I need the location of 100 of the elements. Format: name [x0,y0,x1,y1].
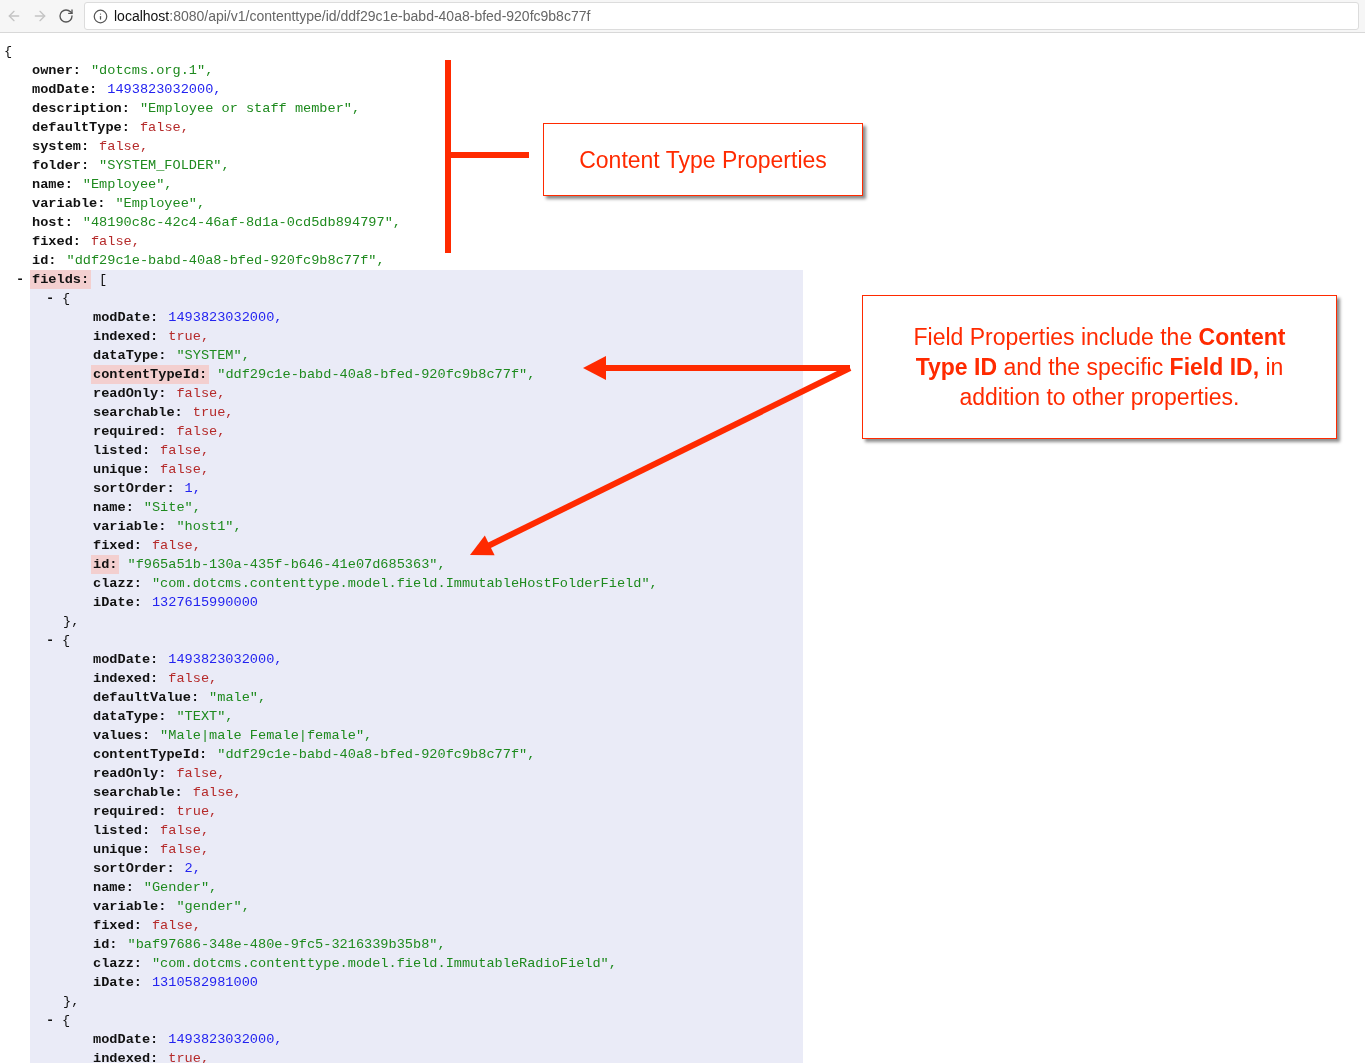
json-key: owner: [30,61,83,80]
collapse-toggle[interactable]: - [46,631,62,650]
json-value: false, [176,385,226,403]
json-key: fixed: [91,916,144,935]
json-key: id: [91,555,120,574]
json-value: "ddf29c1e-babd-40a8-bfed-920fc9b8c77f", [217,746,536,764]
json-key: listed: [91,441,153,460]
json-value: "SYSTEM_FOLDER", [99,157,230,175]
json-value: true, [192,404,234,422]
json-key: variable: [91,517,169,536]
json-value: "baf97686-348e-480e-9fc5-3216339b35b8", [127,936,446,954]
json-value: "Gender", [143,879,218,897]
json-value: "host1", [176,518,242,536]
json-key: searchable: [91,783,185,802]
json-value: false, [192,784,242,802]
json-key: sortOrder: [91,479,177,498]
json-key: readOnly: [91,384,169,403]
url-text: localhost:8080/api/v1/contenttype/id/ddf29c1e-babd-40a8-bfed-920fc9b8c77f [114,8,591,24]
reload-icon[interactable] [58,8,74,24]
json-value: false, [151,917,201,935]
json-value: "dotcms.org.1", [90,62,214,80]
json-value: "f965a51b-130a-435f-b646-41e07d685363", [127,556,446,574]
json-value: true, [168,328,210,346]
json-value: true, [176,803,218,821]
callout-text: Field Properties include the Content Type ID and the specific Field ID, in addition to other properties. [862,295,1337,439]
json-value: false, [160,841,210,859]
json-value: 1493823032000, [168,651,283,669]
brace: { [62,632,71,650]
json-key: indexed: [91,669,161,688]
json-value: "Site", [143,499,201,517]
json-value: 1493823032000, [107,81,222,99]
collapse-toggle[interactable]: - [46,1011,62,1030]
json-key: name: [91,878,136,897]
json-key: iDate: [91,593,144,612]
json-key: required: [91,422,169,441]
address-bar[interactable]: localhost:8080/api/v1/contenttype/id/ddf29c1e-babd-40a8-bfed-920fc9b8c77f [84,2,1359,30]
json-key: defaultValue: [91,688,202,707]
json-key: description: [30,99,132,118]
json-value: 1327615990000 [151,594,258,612]
json-key: modDate: [30,80,100,99]
json-value: "Employee or staff member", [139,100,361,118]
json-key: clazz: [91,954,144,973]
json-value: false, [139,119,189,137]
json-key: listed: [91,821,153,840]
json-value: "Employee", [115,195,206,213]
json-key: readOnly: [91,764,169,783]
json-value: 1493823032000, [168,1031,283,1049]
json-value: "ddf29c1e-babd-40a8-bfed-920fc9b8c77f", [66,252,385,270]
collapse-toggle[interactable]: - [46,289,62,308]
brace: { [4,43,13,61]
json-key: unique: [91,840,153,859]
json-value: "com.dotcms.contenttype.model.field.ImmutableHostFolderField", [151,575,658,593]
json-key: id: [30,251,59,270]
brace: { [62,1012,71,1030]
json-value: 1, [184,480,201,498]
json-key: searchable: [91,403,185,422]
json-key: values: [91,726,153,745]
json-key: required: [91,802,169,821]
json-value: false, [160,461,210,479]
json-key: system: [30,137,92,156]
json-value: false, [160,442,210,460]
json-key: fixed: [30,232,83,251]
json-key: contentTypeId: [91,745,210,764]
json-value: "Employee", [82,176,173,194]
json-value: 1310582981000 [151,974,258,992]
json-value: false, [160,822,210,840]
json-key: defaultType: [30,118,132,137]
json-value: "SYSTEM", [176,347,250,365]
bracket: [ [99,271,108,289]
json-value: "TEXT", [176,708,234,726]
json-key: fixed: [91,536,144,555]
json-key: sortOrder: [91,859,177,878]
json-key: clazz: [91,574,144,593]
json-key: iDate: [91,973,144,992]
json-value: "Male|male Female|female", [160,727,373,745]
json-value: "gender", [176,898,250,916]
json-key: unique: [91,460,153,479]
brace: }, [63,613,80,631]
json-key: host: [30,213,75,232]
json-value: "48190c8c-42c4-46af-8d1a-0cd5db894797", [82,214,401,232]
collapse-toggle[interactable]: - [16,272,25,287]
brace: { [62,290,71,308]
json-key: fields: [30,270,92,289]
json-key: variable: [91,897,169,916]
json-value: 2, [184,860,201,878]
json-value: false, [176,765,226,783]
json-key: id: [91,935,120,954]
json-value: false, [168,670,218,688]
json-key: variable: [30,194,108,213]
info-icon[interactable] [93,8,108,24]
json-key: modDate: [91,308,161,327]
json-key: indexed: [91,1049,161,1063]
json-key: dataType: [91,346,169,365]
json-value: "ddf29c1e-babd-40a8-bfed-920fc9b8c77f", [217,366,536,384]
json-key: name: [91,498,136,517]
json-value: 1493823032000, [168,309,283,327]
json-value: false, [176,423,226,441]
json-key: folder: [30,156,92,175]
json-key: dataType: [91,707,169,726]
callout-text: Content Type Properties [543,123,863,196]
